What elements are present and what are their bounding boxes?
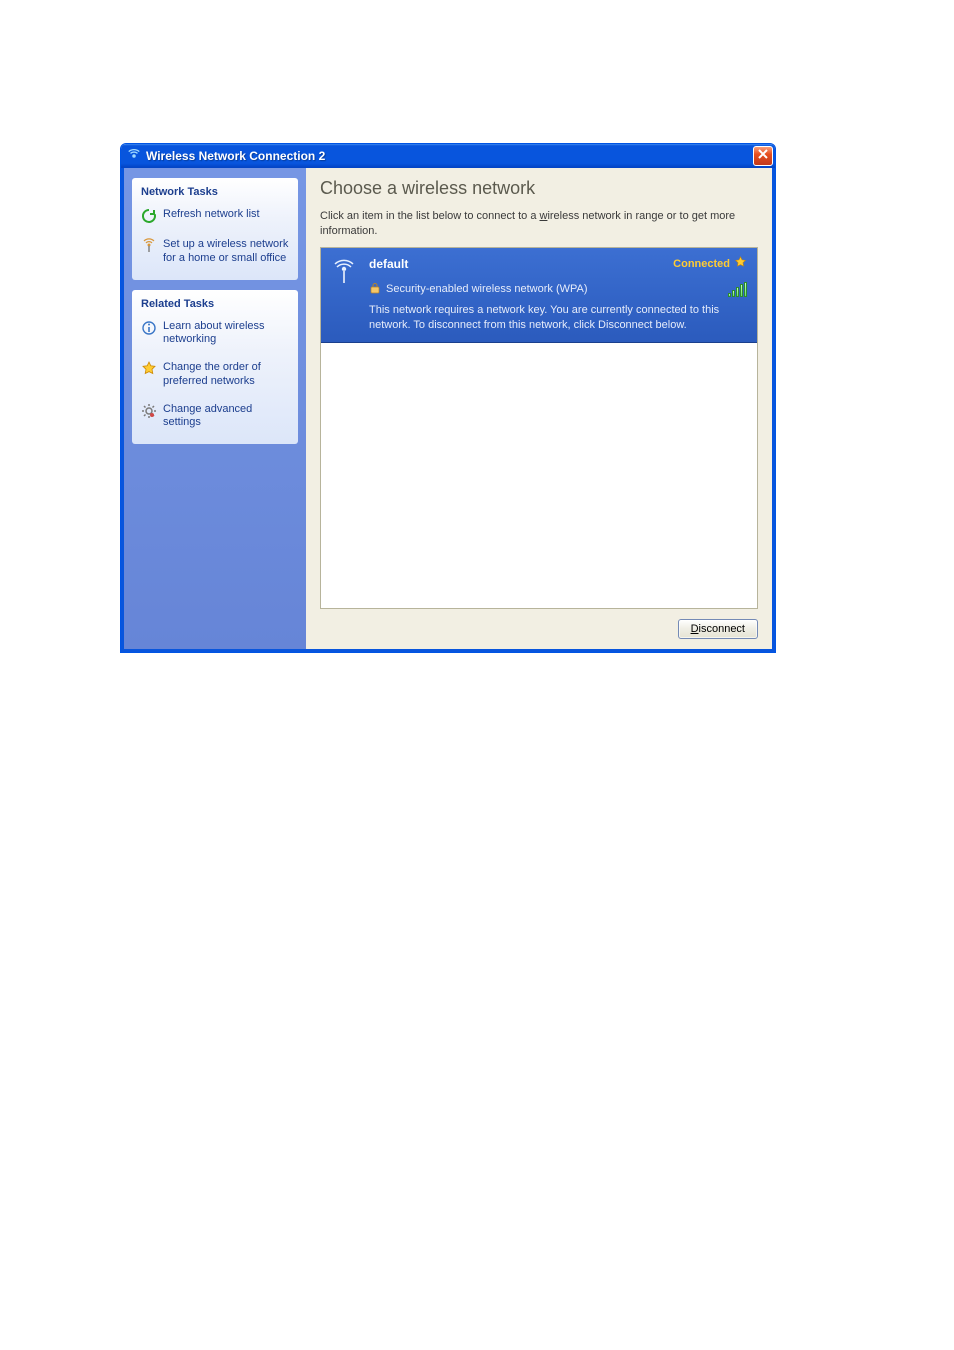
task-label: Learn about wireless networking bbox=[163, 320, 289, 348]
info-icon bbox=[141, 320, 157, 336]
task-label: Refresh network list bbox=[163, 208, 260, 222]
task-label: Change the order of preferred networks bbox=[163, 361, 289, 389]
task-label: Change advanced settings bbox=[163, 403, 289, 431]
status-text: Connected bbox=[673, 258, 730, 270]
button-rest: isconnect bbox=[699, 623, 745, 635]
refresh-network-list[interactable]: Refresh network list bbox=[141, 208, 289, 224]
titlebar: Wireless Network Connection 2 bbox=[121, 144, 775, 168]
learn-about-wireless[interactable]: Learn about wireless networking bbox=[141, 320, 289, 348]
close-button[interactable] bbox=[753, 146, 773, 166]
network-security-row: Security-enabled wireless network (WPA) bbox=[369, 282, 747, 297]
network-tasks-heading: Network Tasks bbox=[141, 186, 289, 198]
network-body: default Connected bbox=[369, 256, 747, 333]
related-tasks-panel: Related Tasks Learn about wireless netwo… bbox=[132, 290, 298, 445]
button-underline: D bbox=[691, 623, 699, 635]
refresh-icon bbox=[141, 208, 157, 224]
main-heading: Choose a wireless network bbox=[320, 178, 758, 199]
security-left: Security-enabled wireless network (WPA) bbox=[369, 282, 588, 297]
signal-strength-icon bbox=[728, 282, 747, 297]
window-body: Network Tasks Refresh network list Set u… bbox=[121, 168, 775, 652]
network-status: Connected bbox=[673, 256, 747, 272]
sidebar: Network Tasks Refresh network list Set u… bbox=[124, 168, 306, 649]
star-order-icon bbox=[141, 361, 157, 377]
network-name: default bbox=[369, 257, 408, 271]
setup-wireless-network[interactable]: Set up a wireless network for a home or … bbox=[141, 238, 289, 266]
change-advanced-settings[interactable]: Change advanced settings bbox=[141, 403, 289, 431]
window-title: Wireless Network Connection 2 bbox=[146, 149, 753, 163]
wireless-network-window: Wireless Network Connection 2 Network Ta… bbox=[120, 143, 776, 653]
lock-icon bbox=[369, 282, 381, 297]
star-icon bbox=[734, 256, 747, 272]
antenna-setup-icon bbox=[141, 238, 157, 254]
network-list[interactable]: default Connected bbox=[320, 247, 758, 609]
network-description: This network requires a network key. You… bbox=[369, 303, 747, 333]
main-subtext: Click an item in the list below to conne… bbox=[320, 209, 758, 239]
close-icon bbox=[758, 149, 768, 162]
main-content: Choose a wireless network Click an item … bbox=[306, 168, 772, 649]
related-tasks-heading: Related Tasks bbox=[141, 298, 289, 310]
network-tasks-panel: Network Tasks Refresh network list Set u… bbox=[132, 178, 298, 280]
network-antenna-icon bbox=[329, 256, 359, 333]
disconnect-button[interactable]: Disconnect bbox=[678, 619, 758, 639]
wireless-icon bbox=[127, 149, 141, 163]
subtext-pre: Click an item in the list below to conne… bbox=[320, 210, 540, 222]
change-order-networks[interactable]: Change the order of preferred networks bbox=[141, 361, 289, 389]
task-label: Set up a wireless network for a home or … bbox=[163, 238, 289, 266]
gear-icon bbox=[141, 403, 157, 419]
security-text: Security-enabled wireless network (WPA) bbox=[386, 283, 588, 295]
network-header-row: default Connected bbox=[369, 256, 747, 272]
network-item[interactable]: default Connected bbox=[321, 248, 757, 344]
button-row: Disconnect bbox=[320, 609, 758, 639]
